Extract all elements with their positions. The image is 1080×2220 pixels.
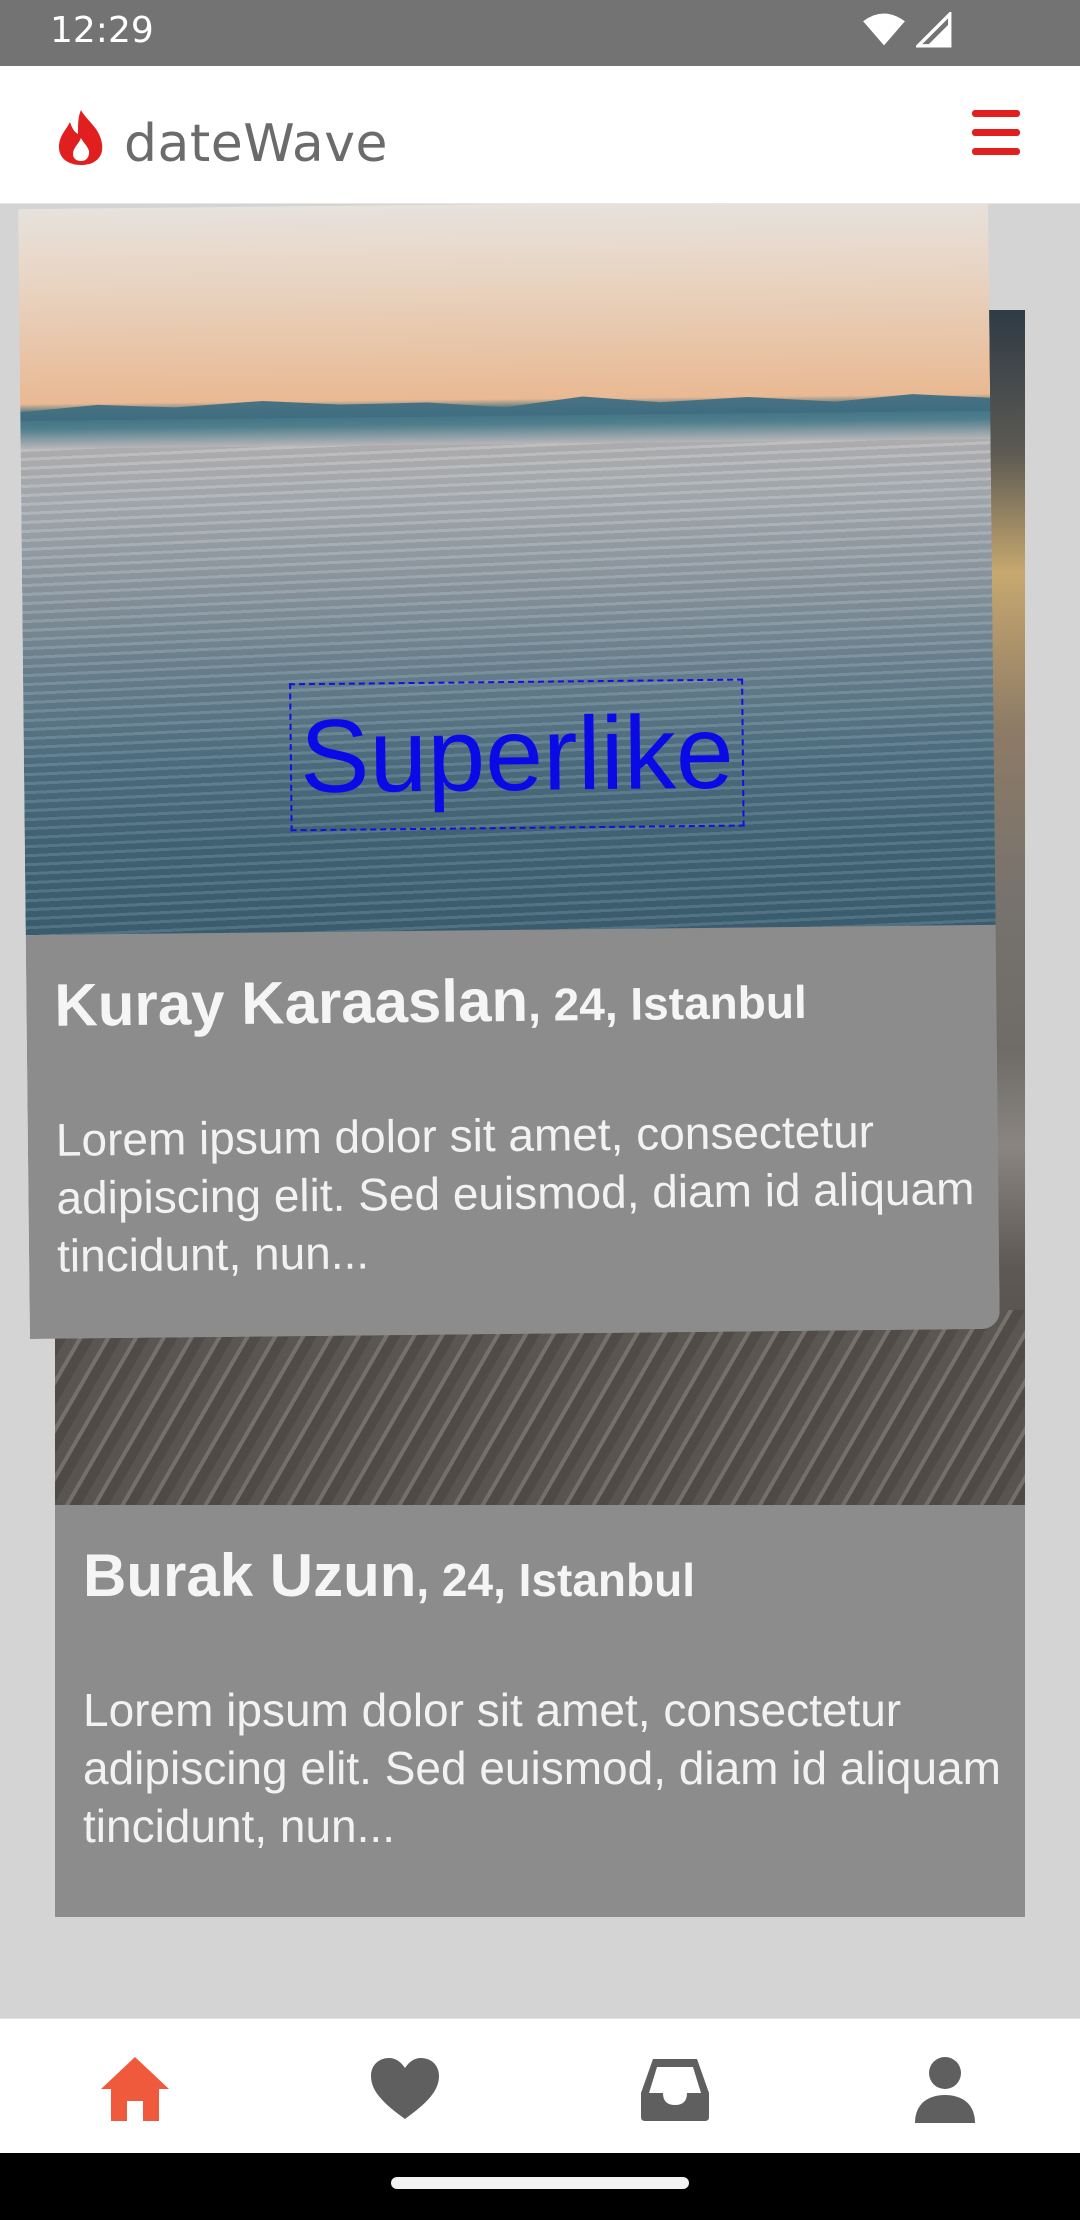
app-header: dateWave (0, 66, 1080, 204)
profile-age-city: , 24, Istanbul (527, 975, 807, 1031)
profile-card-front[interactable]: Superlike Kuray Karaaslan, 24, Istanbul … (18, 204, 1000, 1340)
status-bar: 12:29 (0, 0, 1080, 66)
menu-bar (972, 110, 1020, 117)
home-icon (101, 2057, 169, 2121)
profile-age-city: , 24, Istanbul (416, 1554, 696, 1606)
inbox-icon (641, 2059, 709, 2121)
hamburger-menu-button[interactable] (970, 110, 1022, 158)
nav-profile[interactable] (905, 2049, 985, 2129)
profile-bio: Lorem ipsum dolor sit amet, consectetur … (83, 1684, 1001, 1852)
nav-inbox[interactable] (635, 2049, 715, 2129)
signal-icon (916, 12, 952, 48)
wifi-icon (863, 13, 905, 46)
status-time: 12:29 (50, 10, 154, 51)
profile-bio: Lorem ipsum dolor sit amet, consectetur … (55, 1105, 975, 1282)
profile-icon (915, 2057, 975, 2123)
profile-info-panel: Kuray Karaaslan, 24, Istanbul Lorem ipsu… (25, 924, 1000, 1340)
superlike-label: Superlike (289, 678, 745, 832)
gesture-home-handle[interactable] (391, 2177, 689, 2189)
profile-info-panel: Burak Uzun, 24, Istanbul Lorem ipsum dol… (55, 1505, 1025, 1917)
card-deck: Burak Uzun, 24, Istanbul Lorem ipsum dol… (0, 204, 1080, 2018)
nav-home[interactable] (95, 2049, 175, 2129)
bottom-nav (0, 2018, 1080, 2153)
menu-bar (972, 148, 1020, 155)
photo-texture (55, 1310, 1025, 1505)
profile-name-line: Kuray Karaaslan, 24, Istanbul (54, 963, 807, 1040)
heart-icon (371, 2058, 439, 2119)
app-title: dateWave (124, 114, 388, 174)
menu-bar (972, 129, 1020, 136)
profile-name: Burak Uzun (83, 1542, 417, 1609)
system-nav-bar (0, 2153, 1080, 2220)
flame-icon (58, 110, 103, 165)
profile-name: Kuray Karaaslan (54, 966, 529, 1039)
nav-likes[interactable] (365, 2049, 445, 2129)
status-icons (862, 12, 962, 52)
profile-name-line: Burak Uzun, 24, Istanbul (83, 1541, 695, 1610)
